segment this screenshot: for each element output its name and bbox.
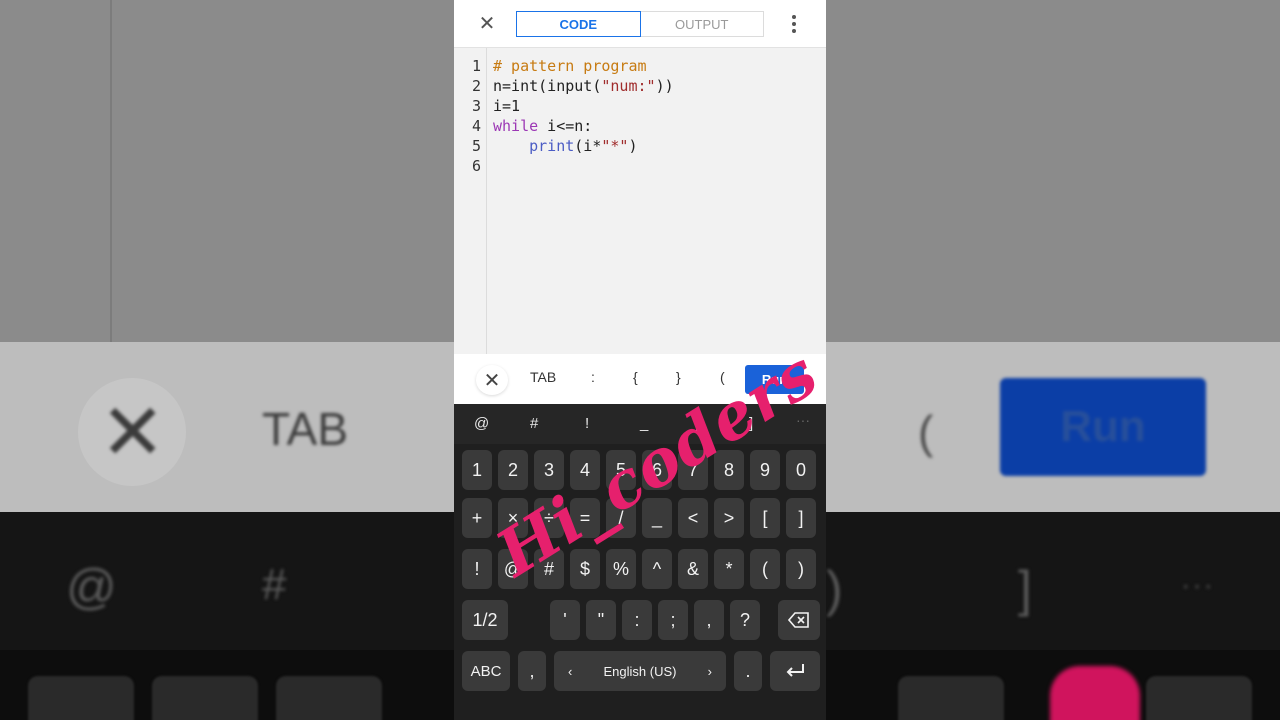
line-number: 3 [471, 97, 481, 115]
tab-key[interactable]: TAB [530, 369, 556, 385]
quick-close-icon[interactable]: ✕ [476, 365, 508, 395]
suggestion-key[interactable]: ! [585, 415, 589, 432]
key[interactable]: < [678, 498, 708, 538]
bg-hash: # [262, 560, 287, 609]
code-token: n=int(input( [493, 77, 602, 95]
code-token: while [493, 117, 539, 135]
backspace-icon [788, 612, 809, 628]
tab-output[interactable]: OUTPUT [640, 11, 764, 37]
key[interactable]: > [714, 498, 744, 538]
line-number: 6 [471, 157, 481, 175]
key[interactable]: & [678, 549, 708, 589]
key[interactable]: ? [730, 600, 760, 640]
lbrace-key[interactable]: { [633, 369, 638, 385]
rbrace-key[interactable]: } [676, 369, 681, 385]
code-line[interactable]: while i<=n: [493, 116, 674, 136]
bg-rparen: ) [826, 561, 843, 617]
bg-close-icon: ✕ [100, 388, 166, 478]
key[interactable]: ( [750, 549, 780, 589]
code-token: i=1 [493, 97, 521, 115]
key[interactable]: 2 [498, 450, 528, 490]
close-icon[interactable]: ✕ [476, 11, 498, 35]
key[interactable]: : [622, 600, 652, 640]
key[interactable]: ' [550, 600, 580, 640]
period-key[interactable]: . [734, 651, 762, 691]
space-bar[interactable]: ‹ English (US) › [554, 651, 726, 691]
line-number-gutter: 1 2 3 4 5 6 [454, 48, 487, 354]
bg-rbracket: ] [1018, 561, 1032, 617]
key[interactable]: , [694, 600, 724, 640]
suggestion-key[interactable]: @ [474, 415, 489, 432]
code-token: ) [628, 137, 638, 155]
key[interactable]: ^ [642, 549, 672, 589]
code-line[interactable]: # pattern program [493, 56, 674, 76]
bg-paren: ( [918, 406, 934, 458]
bg-at: @ [66, 559, 117, 615]
key[interactable]: 1/2 [462, 600, 508, 640]
code-lines[interactable]: # pattern program n=int(input("num:")) i=1… [493, 56, 674, 176]
code-token: (i* [574, 137, 602, 155]
code-token: "*" [601, 137, 629, 155]
chevron-left-icon: ‹ [568, 663, 573, 679]
keyboard-row-4: 1/2 ' ":;,? [462, 600, 820, 640]
key[interactable]: ] [786, 498, 816, 538]
colon-key[interactable]: : [591, 369, 595, 385]
key[interactable]: 9 [750, 450, 780, 490]
code-editor[interactable]: 123456 # pattern program n=int(input("num… [454, 48, 826, 354]
code-token: print [529, 137, 575, 155]
code-token: )) [655, 77, 674, 95]
bg-run-button: Run [1000, 378, 1206, 476]
code-token: "num:" [601, 77, 656, 95]
key[interactable]: % [606, 549, 636, 589]
key[interactable]: ) [786, 549, 816, 589]
enter-key[interactable] [770, 651, 820, 691]
more-options-icon[interactable] [784, 12, 804, 36]
line-number: 5 [471, 137, 481, 155]
tab-code[interactable]: CODE [516, 11, 641, 37]
bg-tab-label: TAB [262, 403, 349, 455]
code-line[interactable]: i=1 [493, 96, 674, 116]
code-token: # pattern program [493, 57, 647, 75]
keyboard-row-5: ABC , ‹ English (US) › . [462, 651, 820, 691]
language-label: English (US) [603, 663, 677, 679]
key[interactable]: 0 [786, 450, 816, 490]
chevron-right-icon: › [707, 663, 712, 679]
comma-key[interactable]: , [518, 651, 546, 691]
key[interactable]: ; [658, 600, 688, 640]
key[interactable]: * [714, 549, 744, 589]
line-number: 4 [471, 117, 481, 135]
code-line[interactable]: n=int(input("num:")) [493, 76, 674, 96]
abc-key[interactable]: ABC [462, 651, 510, 691]
app-toolbar: ✕ CODE OUTPUT [454, 0, 826, 48]
key[interactable]: ! [462, 549, 492, 589]
key[interactable]: 1 [462, 450, 492, 490]
enter-icon [786, 664, 804, 677]
code-line[interactable] [493, 156, 674, 176]
bg-dots: ··· [1180, 566, 1214, 604]
line-number: 1 [471, 57, 481, 75]
suggestion-key[interactable]: # [530, 415, 538, 432]
key[interactable]: [ [750, 498, 780, 538]
backspace-key[interactable] [778, 600, 820, 640]
code-token: i<=n: [538, 117, 593, 135]
key[interactable]: " [586, 600, 616, 640]
tab-bar: CODE OUTPUT [516, 11, 764, 37]
line-number: 2 [471, 77, 481, 95]
code-line[interactable]: print(i*"*") [493, 136, 674, 156]
